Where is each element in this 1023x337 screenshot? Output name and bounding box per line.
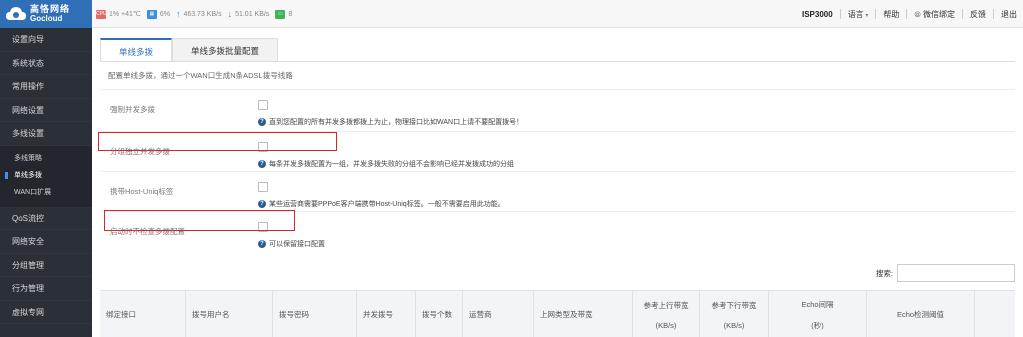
sidebar: 设置向导 系统状态 常用操作 网络设置 多线设置 多线策略 单线多拨 WAN口扩… [0,28,92,337]
sidebar-item-vpn[interactable]: 虚拟专网 [0,301,92,324]
brand-name-cn: 高恪网络 [30,4,71,14]
feedback-link[interactable]: 反馈 [970,9,986,20]
col-echo-interval[interactable]: Echo间隔 (秒) [769,291,867,337]
sidebar-item-group-management[interactable]: 分组管理 [0,254,92,277]
help-icon: ? [258,200,266,208]
upload-stat: ↑ 463.73 KB/s [176,9,222,19]
upload-value: 463.73 KB/s [183,10,222,18]
upload-arrow-icon: ↑ [175,9,181,19]
main-content: 单线多拨 单线多拨批量配置 配置单线多拨，通过一个WAN口生成N条ADSL拨号线… [92,28,1023,337]
cpu-value: 1% +41℃ [109,11,141,18]
sessions-value: 8 [288,10,293,18]
sidebar-subitem-wan-expansion[interactable]: WAN口扩展 [0,184,92,201]
cloud-logo-icon [6,7,26,20]
sidebar-submenu: 多线策略 单线多拨 WAN口扩展 [0,145,92,207]
option-help: ? 每条并发多拨配置为一组，并发多拨失败的分组不会影响已经并发拨成功的分组 [258,159,514,169]
col-actions [975,291,1015,337]
sidebar-item-common-ops[interactable]: 常用操作 [0,75,92,99]
memory-value: 6% [159,10,170,18]
top-menu: ISP3000 语言 ▾ 帮助 ⦾ 微信绑定 反馈 退出 [802,0,1017,28]
chevron-down-icon: ▾ [863,12,869,19]
memory-icon: ▦ [146,9,157,19]
brand-name-en: Gocloud [30,14,63,23]
help-icon: ? [258,118,266,126]
help-icon: ? [258,240,266,248]
col-connection-type[interactable]: 上网类型及带宽 [534,291,633,337]
sidebar-item-network-settings[interactable]: 网络设置 [0,99,92,122]
monitor-icon: ▭ [275,9,286,19]
sidebar-item-network-security[interactable]: 网络安全 [0,230,92,254]
col-dial-username[interactable]: 拨号用户名 [186,291,273,337]
col-ref-upload[interactable]: 参考上行带宽 (KB/s) [633,291,700,337]
col-ref-download[interactable]: 参考下行带宽 (KB/s) [700,291,769,337]
sidebar-item-qos[interactable]: QoS流控 [0,207,92,230]
help-link[interactable]: 帮助 [883,9,899,20]
cpu-stat: CPU 1% +41℃ [96,9,141,19]
option-label: 携带Host-Uniq标签 [110,187,174,196]
col-dial-password[interactable]: 拨号密码 [273,291,357,337]
option-label: 强制并发多拨 [110,105,155,114]
option-force-concurrent: 强制并发多拨 ? 直到您配置的所有并发多拨都拨上为止，物理接口比如WAN口上请不要… [100,89,1015,131]
option-help: ? 可以保留接口配置 [258,239,325,249]
language-menu[interactable]: 语言 ▾ [848,9,869,20]
sidebar-item-setup-wizard[interactable]: 设置向导 [0,28,92,52]
cpu-icon: CPU [96,9,107,19]
search-label: 搜索: [875,268,893,278]
memory-stat: ▦ 6% [146,9,170,19]
search-input[interactable] [897,264,1015,282]
brand-logo[interactable]: 高恪网络 Gocloud [0,0,92,28]
col-concurrent-dial[interactable]: 并发拨号 [357,291,416,337]
download-arrow-icon: ↓ [227,9,233,19]
top-bar: 高恪网络 Gocloud CPU 1% +41℃ ▦ 6% ↑ 463.73 K… [0,0,1023,28]
sidebar-item-multiline-settings[interactable]: 多线设置 [0,122,92,146]
col-carrier[interactable]: 运营商 [463,291,534,337]
tab-batch-config[interactable]: 单线多拨批量配置 [172,38,279,62]
sidebar-subitem-multiline-policy[interactable]: 多线策略 [0,150,92,167]
sessions-stat: ▭ 8 [275,9,293,19]
table-header: 绑定接口 拨号用户名 拨号密码 并发拨号 拨号个数 运营商 上网类型及带宽 参考… [100,290,1015,337]
col-bind-interface[interactable]: 绑定接口 [100,291,186,337]
help-icon: ? [258,160,266,168]
col-echo-threshold[interactable]: Echo检测阈值 [867,291,975,337]
sidebar-item-behavior-management[interactable]: 行为管理 [0,277,92,301]
tab-single-line-multidial[interactable]: 单线多拨 [100,38,173,62]
force-concurrent-checkbox[interactable] [258,100,268,110]
page-description: 配置单线多拨，通过一个WAN口生成N条ADSL拨号线路 [108,71,293,80]
device-model: ISP3000 [801,9,833,19]
system-stats: CPU 1% +41℃ ▦ 6% ↑ 463.73 KB/s ↓ 51.01 K… [96,0,292,28]
sidebar-subitem-single-line-multidial[interactable]: 单线多拨 [0,167,92,184]
option-help: ? 直到您配置的所有并发多拨都拨上为止，物理接口比如WAN口上请不要配置拨号！ [258,117,523,127]
search-bar: 搜索: [876,264,1015,282]
logout-link[interactable]: 退出 [1001,9,1017,20]
download-value: 51.01 KB/s [235,10,270,18]
wechat-bind-link[interactable]: ⦾ 微信绑定 [914,9,955,20]
col-dial-count[interactable]: 拨号个数 [416,291,463,337]
sidebar-item-system-status[interactable]: 系统状态 [0,52,92,75]
host-uniq-checkbox[interactable] [258,182,268,192]
option-host-uniq: 携带Host-Uniq标签 ? 某些运营商需要PPPoE客户端携带Host-Uni… [100,171,1015,211]
highlight-box [104,210,295,231]
tab-bar: 单线多拨 单线多拨批量配置 [100,38,279,62]
download-stat: ↓ 51.01 KB/s [228,9,270,19]
option-help: ? 某些运营商需要PPPoE客户端携带Host-Uniq标签。一般不需要启用此功能… [258,199,505,209]
highlight-box [98,132,337,151]
wechat-icon: ⦾ [914,9,923,19]
